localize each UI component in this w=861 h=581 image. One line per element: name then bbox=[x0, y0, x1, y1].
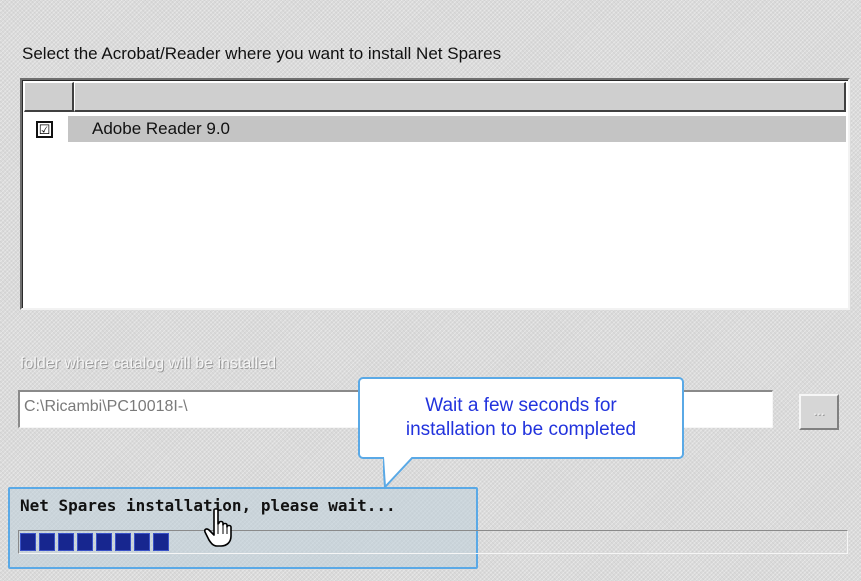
callout-tail bbox=[383, 457, 414, 487]
reader-item-label: Adobe Reader 9.0 bbox=[92, 119, 230, 138]
info-callout: Wait a few seconds for installation to b… bbox=[358, 377, 684, 459]
progress-segment bbox=[115, 533, 131, 551]
column-header-check[interactable] bbox=[24, 82, 74, 112]
progress-segment bbox=[134, 533, 150, 551]
hand-pointer-icon bbox=[204, 508, 232, 547]
callout-line-2: installation to be completed bbox=[405, 419, 637, 440]
reader-listbox[interactable]: ☑ Adobe Reader 9.0 bbox=[20, 78, 850, 310]
list-item[interactable]: ☑ Adobe Reader 9.0 bbox=[24, 116, 846, 142]
progress-segment bbox=[20, 533, 36, 551]
progress-segment bbox=[39, 533, 55, 551]
progress-segment bbox=[77, 533, 93, 551]
install-instruction: Select the Acrobat/Reader where you want… bbox=[22, 44, 502, 63]
progress-segment bbox=[153, 533, 169, 551]
folder-label: folder where catalog will be installed bbox=[20, 355, 277, 372]
browse-button[interactable]: ... bbox=[799, 394, 839, 430]
column-header-name[interactable] bbox=[74, 82, 846, 112]
progress-segment bbox=[58, 533, 74, 551]
progress-segment bbox=[96, 533, 112, 551]
progress-bar bbox=[18, 530, 848, 554]
checkbox-checked-icon[interactable]: ☑ bbox=[36, 121, 53, 138]
callout-line-1: Wait a few seconds for bbox=[425, 395, 617, 416]
